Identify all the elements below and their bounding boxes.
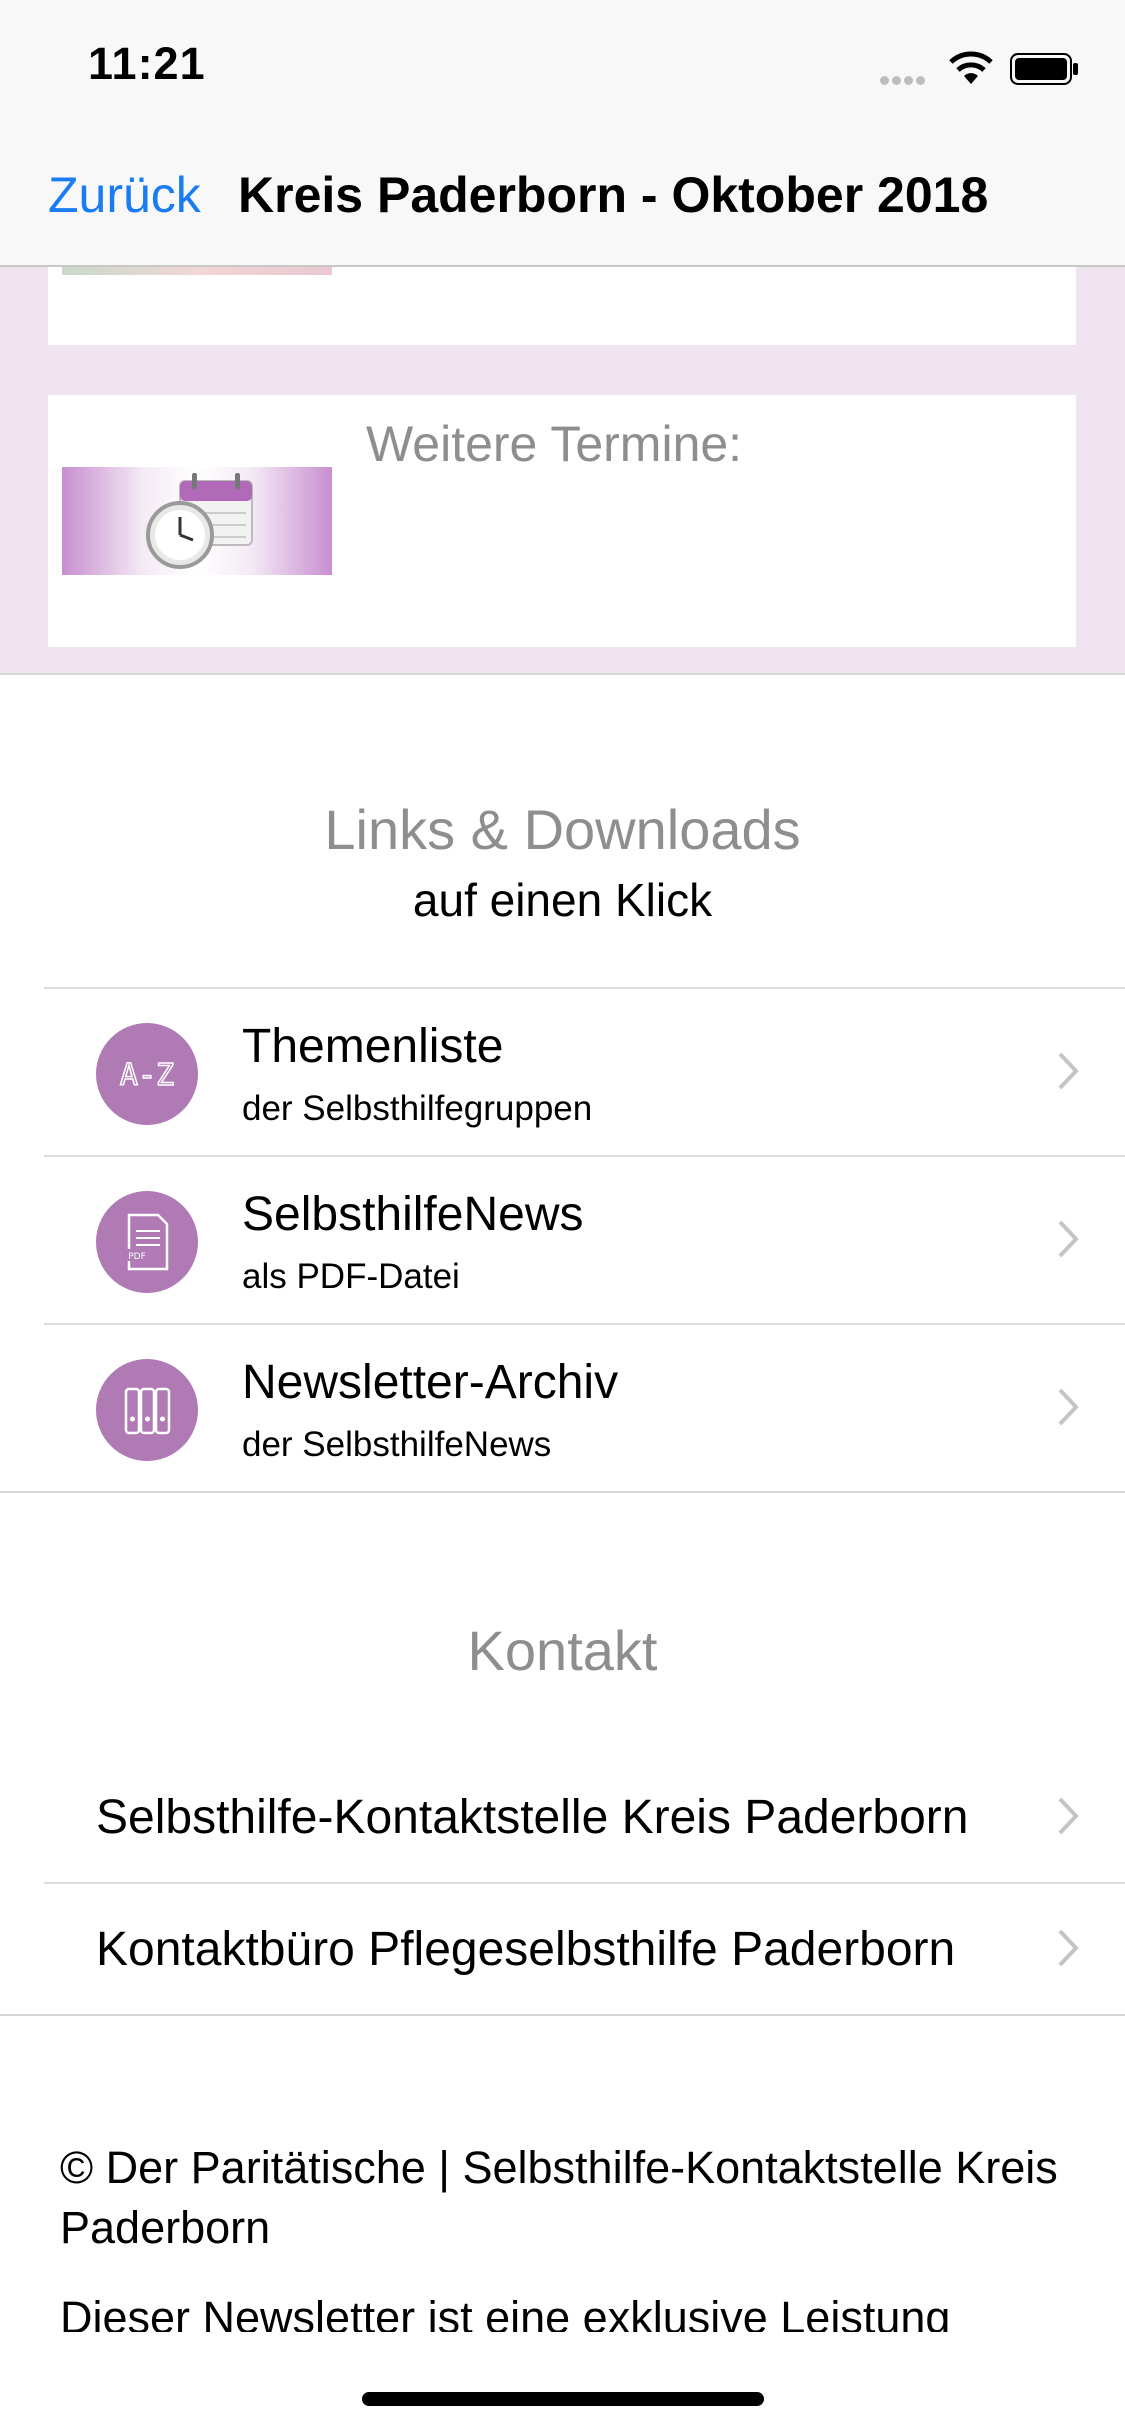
list-item-label: Kontaktbüro Pflegeselbsthilfe Paderborn <box>96 1923 956 1976</box>
back-button[interactable]: Zurück <box>48 166 201 224</box>
clock-calendar-icon <box>146 473 253 569</box>
list-item-themenliste[interactable]: A-Z Themenliste der Selbsthilfegruppen <box>44 987 1125 1157</box>
svg-text:A-Z: A-Z <box>120 1058 174 1093</box>
status-time: 11:21 <box>88 38 206 89</box>
home-indicator[interactable] <box>362 2392 764 2406</box>
links-section-subtitle: auf einen Klick <box>412 874 713 926</box>
events-section: Weitere Termine: <box>0 265 1125 675</box>
chevron-right-icon <box>1058 1929 1079 1967</box>
list-item-kontaktstelle[interactable]: Selbsthilfe-Kontaktstelle Kreis Paderbor… <box>44 1752 1125 1882</box>
list-item-label: Selbsthilfe-Kontaktstelle Kreis Paderbor… <box>96 1791 969 1844</box>
a-z-icon: A-Z <box>96 1023 198 1125</box>
pdf-icon: PDF <box>96 1191 198 1293</box>
links-section-title: Links & Downloads <box>324 798 801 861</box>
wifi-icon <box>949 51 993 84</box>
divider <box>0 1491 1125 1493</box>
divider <box>0 2014 1125 2016</box>
chevron-right-icon <box>1058 1052 1079 1090</box>
chevron-right-icon <box>1058 1388 1079 1426</box>
newsletter-note: Dieser Newsletter ist eine exklusive Lei… <box>60 2292 951 2332</box>
chevron-right-icon <box>1058 1797 1079 1835</box>
calendar-clock-image <box>62 467 332 575</box>
kontakt-section-title: Kontakt <box>467 1619 658 1682</box>
event-card-previous[interactable] <box>48 265 1076 345</box>
svg-text:PDF: PDF <box>128 1252 146 1262</box>
signal-icon <box>880 72 936 85</box>
list-item-newsletter-archiv[interactable]: Newsletter-Archiv der SelbsthilfeNews <box>44 1323 1125 1493</box>
page-title: Kreis Paderborn - Oktober 2018 <box>238 167 989 223</box>
battery-icon <box>1010 53 1078 85</box>
list-item-title: Themenliste <box>242 1020 504 1073</box>
chevron-right-icon <box>1058 1220 1079 1258</box>
more-events-card[interactable]: Weitere Termine: <box>48 395 1076 647</box>
list-item-subtitle: der SelbsthilfeNews <box>242 1425 552 1464</box>
list-item-title: SelbsthilfeNews <box>242 1188 584 1241</box>
more-events-label: Weitere Termine: <box>366 416 743 472</box>
list-item-kontaktbuero[interactable]: Kontaktbüro Pflegeselbsthilfe Paderborn <box>44 1882 1125 2016</box>
copyright-text: © Der Paritätische | Selbsthilfe-Kontakt… <box>60 2142 1058 2253</box>
binders-icon <box>96 1359 198 1461</box>
navigation-bar: 11:21 Zurück Kreis Paderborn - Oktober 2… <box>0 0 1125 267</box>
list-item-subtitle: der Selbsthilfegruppen <box>242 1089 593 1128</box>
list-item-title: Newsletter-Archiv <box>242 1356 619 1409</box>
list-item-subtitle: als PDF-Datei <box>242 1257 460 1296</box>
list-item-selbsthilfenews[interactable]: PDF SelbsthilfeNews als PDF-Datei <box>44 1155 1125 1325</box>
